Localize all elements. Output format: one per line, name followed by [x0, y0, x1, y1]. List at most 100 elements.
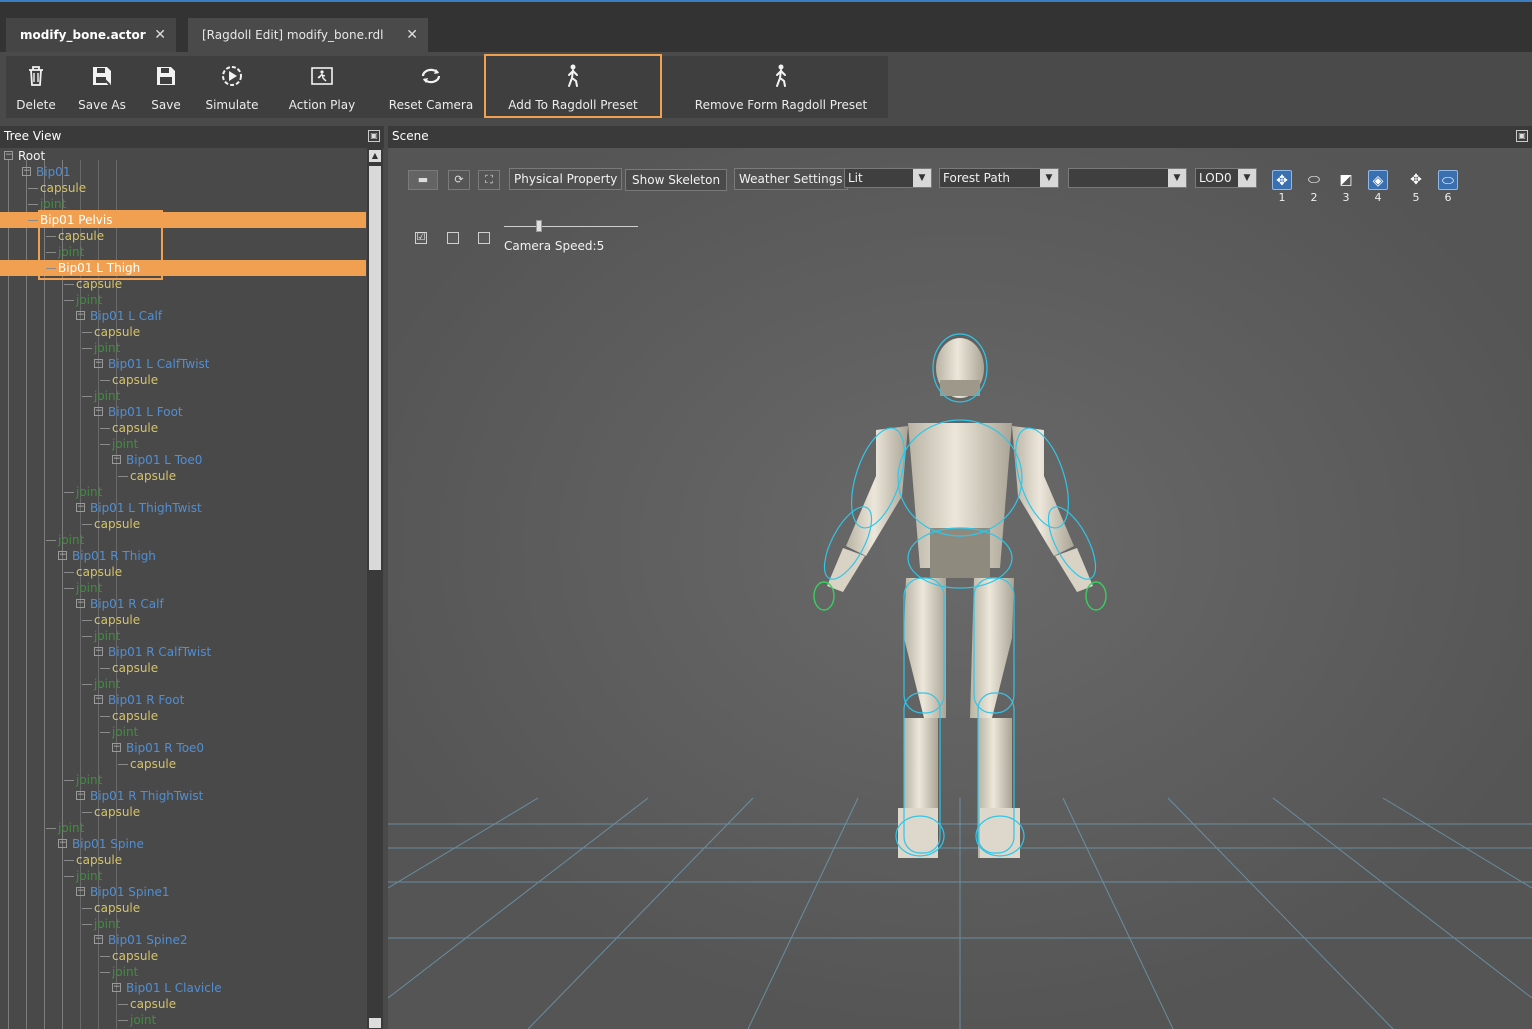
save-as-button[interactable]: Save As — [70, 56, 134, 118]
tree-node-joint[interactable]: joint — [0, 340, 366, 356]
camera-speed-slider-track[interactable] — [504, 226, 638, 227]
tree-node-capsule[interactable]: capsule — [0, 180, 366, 196]
tree-node-capsule[interactable]: capsule — [0, 756, 366, 772]
collapse-toggle-icon[interactable]: − — [94, 935, 103, 944]
reset-camera-button[interactable]: Reset Camera — [382, 56, 480, 118]
tree-node-capsule[interactable]: capsule — [0, 804, 366, 820]
collapse-toggle-icon[interactable]: − — [112, 983, 121, 992]
collapse-toggle-icon[interactable]: − — [76, 887, 85, 896]
option-checkbox[interactable] — [447, 232, 459, 244]
remove-from-ragdoll-preset-button[interactable]: Remove Form Ragdoll Preset — [688, 56, 874, 118]
option-checkbox-checked[interactable]: ☑ — [415, 232, 427, 244]
simulate-button[interactable]: Simulate — [198, 56, 266, 118]
collapse-toggle-icon[interactable]: − — [22, 167, 31, 176]
tree-node-joint[interactable]: joint — [0, 820, 366, 836]
tree-node-joint[interactable]: joint — [0, 292, 366, 308]
tree-node-bone[interactable]: − Bip01 L CalfTwist — [0, 356, 366, 372]
physical-property-button[interactable]: Physical Property — [509, 168, 623, 190]
float-panel-icon[interactable]: ▣ — [1516, 130, 1528, 142]
tree-node-bone[interactable]: − Bip01 Spine — [0, 836, 366, 852]
tree-node-joint[interactable]: joint — [0, 868, 366, 884]
scroll-up-arrow-icon[interactable]: ▲ — [369, 150, 381, 162]
tree-node-joint[interactable]: joint — [0, 1012, 366, 1028]
lod-select[interactable]: LOD0 ▼ — [1195, 168, 1257, 188]
view-mode-rotate-icon[interactable]: ◈ — [1368, 170, 1388, 190]
tree-node-joint[interactable]: joint — [0, 724, 366, 740]
camera-dropdown-icon[interactable]: ▬ — [408, 170, 438, 190]
tree-node-joint[interactable]: joint — [0, 772, 366, 788]
tree-node-joint[interactable]: joint — [0, 532, 366, 548]
tab-modify-bone-actor[interactable]: modify_bone.actor ✕ — [6, 18, 176, 52]
expand-icon[interactable]: ⛶ — [478, 170, 500, 190]
tree-node-capsule[interactable]: capsule — [0, 420, 366, 436]
tree-node-capsule[interactable]: capsule — [0, 852, 366, 868]
tree-node-joint[interactable]: joint — [0, 676, 366, 692]
tab-ragdoll-edit[interactable]: [Ragdoll Edit] modify_bone.rdl ✕ — [188, 18, 428, 52]
tree-node-joint[interactable]: joint — [0, 916, 366, 932]
camera-speed-slider-handle[interactable] — [536, 220, 542, 232]
lighting-select[interactable]: Lit ▼ — [844, 168, 932, 188]
tree-node-capsule[interactable]: capsule — [0, 564, 366, 580]
tree-scrollbar[interactable]: ▲ — [367, 148, 383, 1029]
close-icon[interactable]: ✕ — [406, 27, 418, 43]
add-to-ragdoll-preset-button[interactable]: Add To Ragdoll Preset — [484, 54, 662, 118]
tree-node-bone[interactable]: − Bip01 R ThighTwist — [0, 788, 366, 804]
collapse-toggle-icon[interactable]: − — [58, 551, 67, 560]
float-panel-icon[interactable]: ▣ — [368, 130, 380, 142]
scene-viewport[interactable]: ▬ ⟳ ⛶ Physical Property Show Skeleton We… — [388, 148, 1532, 1029]
scroll-down-arrow-icon[interactable] — [369, 1018, 381, 1028]
tree-node-bone[interactable]: − Bip01 R Thigh — [0, 548, 366, 564]
option-checkbox[interactable] — [478, 232, 490, 244]
view-mode-rotate-ring-icon[interactable]: ⬭ — [1438, 170, 1458, 190]
refresh-icon[interactable]: ⟳ — [448, 170, 470, 190]
tree-node-bone[interactable]: − Bip01 L Clavicle — [0, 980, 366, 996]
collapse-toggle-icon[interactable]: − — [76, 503, 85, 512]
tree-node-bone[interactable]: − Bip01 — [0, 164, 366, 180]
tree-node-joint[interactable]: joint — [0, 964, 366, 980]
tree-node-capsule[interactable]: capsule — [0, 372, 366, 388]
collapse-toggle-icon[interactable]: − — [112, 455, 121, 464]
tree-node-bone[interactable]: − Bip01 L Calf — [0, 308, 366, 324]
tree-node-joint[interactable]: joint — [0, 580, 366, 596]
tree-node-bone[interactable]: − Bip01 R Foot — [0, 692, 366, 708]
environment-select[interactable]: Forest Path ▼ — [939, 168, 1059, 188]
empty-select[interactable]: ▼ — [1068, 168, 1187, 188]
tree-node-joint[interactable]: joint — [0, 436, 366, 452]
view-mode-orbit-icon[interactable]: ⬭ — [1304, 170, 1324, 190]
tree-node-joint[interactable]: joint — [0, 388, 366, 404]
view-mode-translate-icon[interactable]: ✥ — [1406, 170, 1426, 190]
tree-node-capsule[interactable]: capsule — [0, 324, 366, 340]
close-icon[interactable]: ✕ — [154, 27, 166, 43]
tree-node-capsule[interactable]: capsule — [0, 900, 366, 916]
tree-node-bone[interactable]: − Bip01 Spine2 — [0, 932, 366, 948]
scroll-thumb[interactable] — [369, 166, 381, 570]
collapse-toggle-icon[interactable]: − — [58, 839, 67, 848]
tree-node-joint[interactable]: joint — [0, 484, 366, 500]
tree-node-bone[interactable]: − Bip01 L ThighTwist — [0, 500, 366, 516]
collapse-toggle-icon[interactable]: − — [76, 599, 85, 608]
delete-button[interactable]: Delete — [6, 56, 66, 118]
collapse-toggle-icon[interactable]: − — [94, 647, 103, 656]
tree-node-bone[interactable]: − Bip01 Spine1 — [0, 884, 366, 900]
tree-node-capsule[interactable]: capsule — [0, 660, 366, 676]
view-mode-move-icon[interactable]: ✥ — [1272, 170, 1292, 190]
collapse-toggle-icon[interactable]: − — [94, 695, 103, 704]
tree-node-capsule[interactable]: capsule — [0, 708, 366, 724]
tree-node-bone[interactable]: − Root — [0, 148, 366, 164]
show-skeleton-button[interactable]: Show Skeleton — [625, 169, 728, 191]
tree-node-capsule[interactable]: capsule — [0, 996, 366, 1012]
tree-node-capsule[interactable]: capsule — [0, 948, 366, 964]
save-button[interactable]: Save — [140, 56, 192, 118]
weather-settings-button[interactable]: Weather Settings — [734, 168, 848, 190]
view-mode-scale-icon[interactable]: ◩ — [1336, 170, 1356, 190]
collapse-toggle-icon[interactable]: − — [112, 743, 121, 752]
tree-node-bone[interactable]: − Bip01 L Foot — [0, 404, 366, 420]
tree-node-joint[interactable]: joint — [0, 628, 366, 644]
collapse-toggle-icon[interactable]: − — [76, 791, 85, 800]
tree-node-bone[interactable]: − Bip01 L Toe0 — [0, 452, 366, 468]
tree-node-capsule[interactable]: capsule — [0, 612, 366, 628]
collapse-toggle-icon[interactable]: − — [76, 311, 85, 320]
tree-node-bone[interactable]: − Bip01 R Toe0 — [0, 740, 366, 756]
tree-node-bone[interactable]: − Bip01 R CalfTwist — [0, 644, 366, 660]
tree-node-capsule[interactable]: capsule — [0, 468, 366, 484]
